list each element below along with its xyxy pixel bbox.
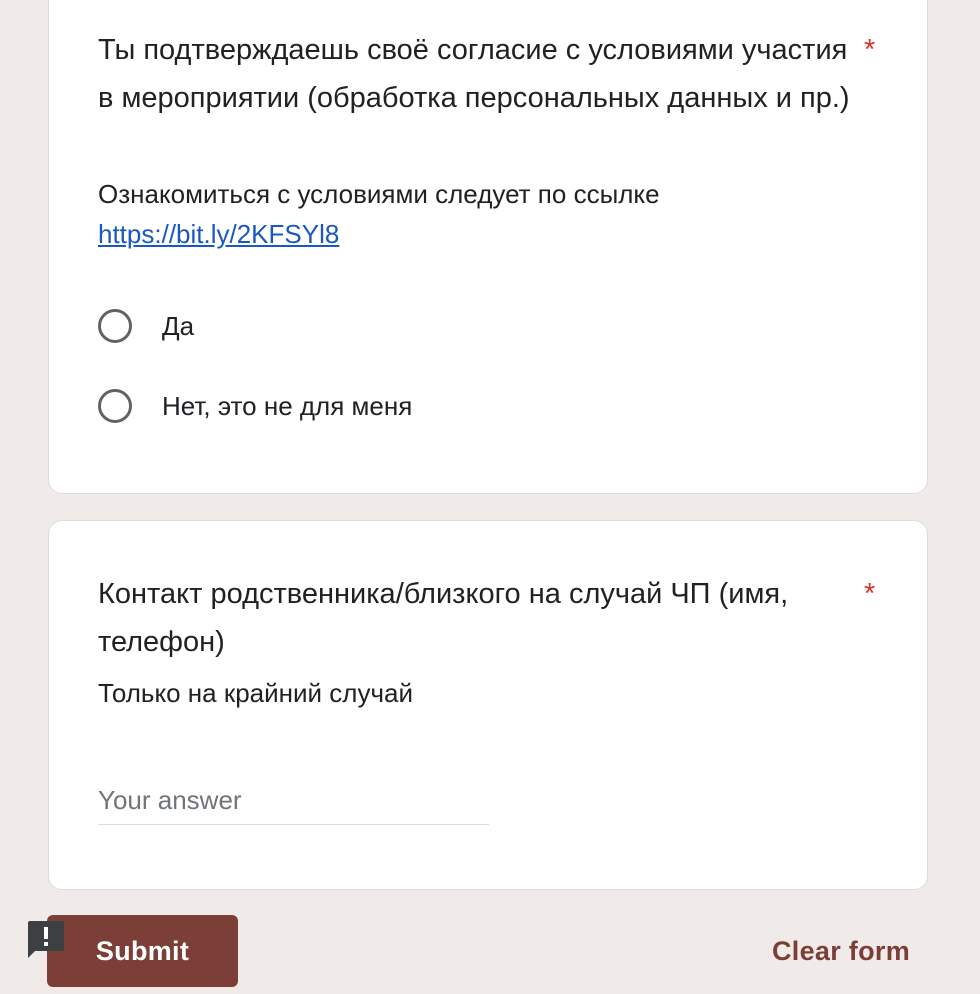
radio-option-label: Нет, это не для меня — [162, 390, 413, 421]
required-asterisk: * — [864, 578, 876, 610]
question-card-consent: Ты подтверждаешь своё согласие с условия… — [48, 0, 928, 494]
question-description: Ознакомиться с условиями следует по ссыл… — [98, 174, 868, 254]
radio-button-icon[interactable] — [98, 309, 132, 343]
radio-option-label: Да — [162, 310, 195, 341]
question-title: Контакт родственника/близкого на случай … — [98, 578, 789, 658]
radio-button-icon[interactable] — [98, 389, 132, 423]
description-text: Ознакомиться с условиями следует по ссыл… — [98, 179, 660, 209]
answer-input[interactable] — [98, 777, 489, 825]
radio-option-no[interactable]: Нет, это не для меня — [98, 386, 412, 426]
question-title: Ты подтверждаешь своё согласие с условия… — [98, 34, 850, 114]
required-asterisk: * — [864, 34, 876, 66]
submit-button[interactable]: Submit — [47, 915, 238, 987]
report-issue-icon[interactable] — [26, 920, 66, 960]
question-card-emergency-contact: Контакт родственника/близкого на случай … — [48, 520, 928, 890]
clear-form-button[interactable]: Clear form — [756, 915, 926, 987]
terms-link[interactable]: https://bit.ly/2KFSYl8 — [98, 219, 339, 249]
question-description: Только на крайний случай — [98, 678, 413, 708]
radio-option-yes[interactable]: Да — [98, 306, 194, 346]
form-page: Ты подтверждаешь своё согласие с условия… — [0, 0, 980, 994]
